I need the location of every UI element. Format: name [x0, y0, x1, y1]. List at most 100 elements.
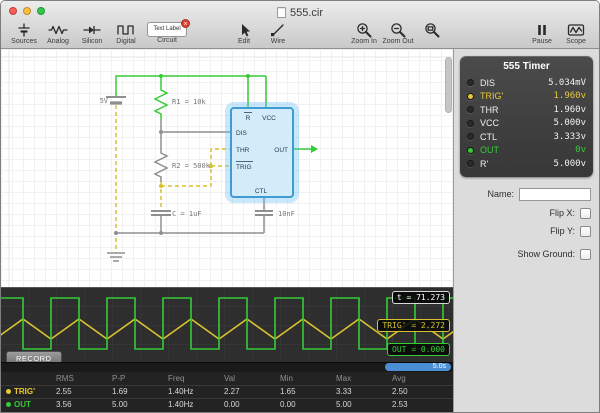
resistor-r1[interactable]: R1 = 10k [155, 86, 207, 119]
show-ground-label: Show Ground: [462, 249, 575, 259]
pin-dis-label: DIS [236, 130, 248, 137]
out-color-dot [6, 402, 11, 407]
inspector-panel: 555 Timer DIS 5.034mV TRIG' 1.960v THR 1… [453, 49, 599, 412]
pin-ctl-label: CTL [255, 188, 268, 195]
flip-y-label: Flip Y: [462, 226, 575, 236]
circuit-canvas[interactable]: 5V R1 = 10k [1, 49, 453, 287]
ground-net-wires[interactable] [107, 105, 125, 261]
pin-row-reset[interactable]: R' 5.000v [467, 157, 586, 171]
pin-row-trig[interactable]: TRIG' 1.960v [467, 90, 586, 104]
toolbar-sources[interactable]: Sources [7, 22, 41, 46]
diode-icon [82, 22, 102, 38]
toolbar-edit-label: Edit [238, 38, 250, 46]
stats-header: P-P [112, 374, 168, 383]
zoom-fit-icon [422, 22, 442, 38]
toolbar: Sources Analog Silicon Digital [1, 21, 599, 49]
zoom-window-button[interactable] [37, 7, 45, 15]
stats-row-out[interactable]: OUT 3.56 5.00 1.40Hz 0.00 0.00 5.00 2.53 [1, 398, 453, 411]
signal-name: TRIG' [14, 387, 35, 396]
r1-label: R1 = 10k [172, 98, 207, 106]
stats-header: Min [280, 374, 336, 383]
toolbar-pause-label: Pause [532, 38, 552, 46]
toolbar-sources-label: Sources [11, 38, 37, 46]
pen-icon [268, 22, 288, 38]
time-scale-control[interactable]: 5.0s [385, 363, 451, 371]
pin-radio[interactable] [467, 106, 474, 113]
toolbar-digital-label: Digital [116, 38, 135, 46]
stats-header-row: RMS P-P Freq Val Min Max Avg [1, 372, 453, 385]
trig-net-wires[interactable] [159, 149, 231, 211]
toolbar-scope-label: Scope [566, 38, 586, 46]
pin-radio[interactable] [467, 160, 474, 167]
show-ground-checkbox[interactable] [580, 249, 591, 260]
minimize-window-button[interactable] [23, 7, 31, 15]
window-header: 555.cir Sources Analog Silicon [1, 1, 599, 49]
stats-header: RMS [56, 374, 112, 383]
document-icon [277, 7, 286, 18]
r2-label: R2 = 500k [172, 162, 211, 170]
zoom-in-icon [354, 22, 374, 38]
window-controls [9, 7, 45, 15]
toolbar-scope[interactable]: Scope [559, 22, 593, 46]
toolbar-pause[interactable]: Pause [525, 22, 559, 46]
toolbar-zoom-out[interactable]: Zoom Out [381, 22, 415, 46]
resistor-r2[interactable]: R2 = 500k [155, 149, 211, 182]
toolbar-analog-label: Analog [47, 38, 69, 46]
pin-row-vcc[interactable]: VCC 5.000v [467, 117, 586, 131]
toolbar-text-label-palette[interactable]: Text Label × Circuit [143, 22, 191, 45]
pin-row-thr[interactable]: THR 1.960v [467, 103, 586, 117]
c2-label: 10nF [278, 210, 295, 218]
canvas-scrollbar[interactable] [445, 57, 452, 113]
stats-header: Max [336, 374, 392, 383]
scope-panel[interactable]: t = 71.273 TRIG' = 2.272 OUT = 0.000 REC… [1, 287, 453, 372]
chip-555[interactable]: R VCC DIS THR TRIG CTL OUT [228, 105, 296, 200]
toolbar-circuit-label: Circuit [157, 37, 177, 45]
toolbar-silicon-label: Silicon [82, 38, 103, 46]
pin-row-out[interactable]: OUT 0v [467, 144, 586, 158]
pin-radio[interactable] [467, 93, 474, 100]
toolbar-digital[interactable]: Digital [109, 22, 143, 46]
pin-row-dis[interactable]: DIS 5.034mV [467, 76, 586, 90]
pause-icon [532, 22, 552, 38]
circuit-schematic: 5V R1 = 10k [1, 49, 453, 287]
pin-radio[interactable] [467, 120, 474, 127]
scope-icon [566, 22, 586, 38]
pin-trig-label: TRIG [236, 164, 252, 171]
capacitor-c1[interactable]: C = 1uF [151, 210, 202, 233]
close-palette-icon[interactable]: × [181, 19, 190, 28]
scope-timebar[interactable]: 5.0s [1, 362, 453, 372]
toolbar-silicon[interactable]: Silicon [75, 22, 109, 46]
window-title-group: 555.cir [277, 4, 323, 19]
stats-header: Freq [168, 374, 224, 383]
toolbar-analog[interactable]: Analog [41, 22, 75, 46]
cursor-icon [234, 22, 254, 38]
bottom-rail-wires[interactable] [116, 231, 264, 235]
zoom-out-icon [388, 22, 408, 38]
close-window-button[interactable] [9, 7, 17, 15]
flip-x-checkbox[interactable] [580, 208, 591, 219]
battery-5v[interactable]: 5V [100, 97, 126, 105]
pin-radio[interactable] [467, 147, 474, 154]
stats-header: Avg [392, 374, 448, 383]
toolbar-zoom-in[interactable]: Zoom In [347, 22, 381, 46]
stats-row-trig[interactable]: TRIG' 2.55 1.69 1.40Hz 2.27 1.65 3.33 2.… [1, 385, 453, 398]
c1-label: C = 1uF [172, 210, 202, 218]
inspector-title: 555 Timer [467, 61, 586, 72]
trig-value-badge: TRIG' = 2.272 [377, 319, 450, 332]
time-cursor-badge: t = 71.273 [392, 291, 450, 304]
pin-radio[interactable] [467, 133, 474, 140]
name-field-label: Name: [462, 189, 514, 199]
toolbar-edit[interactable]: Edit [227, 22, 261, 46]
toolbar-zoom-fit[interactable] [415, 22, 449, 38]
square-wave-icon [116, 22, 136, 38]
flip-y-checkbox[interactable] [580, 226, 591, 237]
titlebar: 555.cir [1, 1, 599, 21]
pin-vcc-label: VCC [262, 115, 276, 122]
pin-radio[interactable] [467, 79, 474, 86]
pin-thr-label: THR [236, 147, 250, 154]
pin-row-ctl[interactable]: CTL 3.333v [467, 130, 586, 144]
voltage-source-icon [14, 22, 34, 38]
dis-net-wires[interactable] [159, 119, 231, 149]
toolbar-wire[interactable]: Wire [261, 22, 295, 46]
name-input[interactable] [519, 188, 591, 201]
